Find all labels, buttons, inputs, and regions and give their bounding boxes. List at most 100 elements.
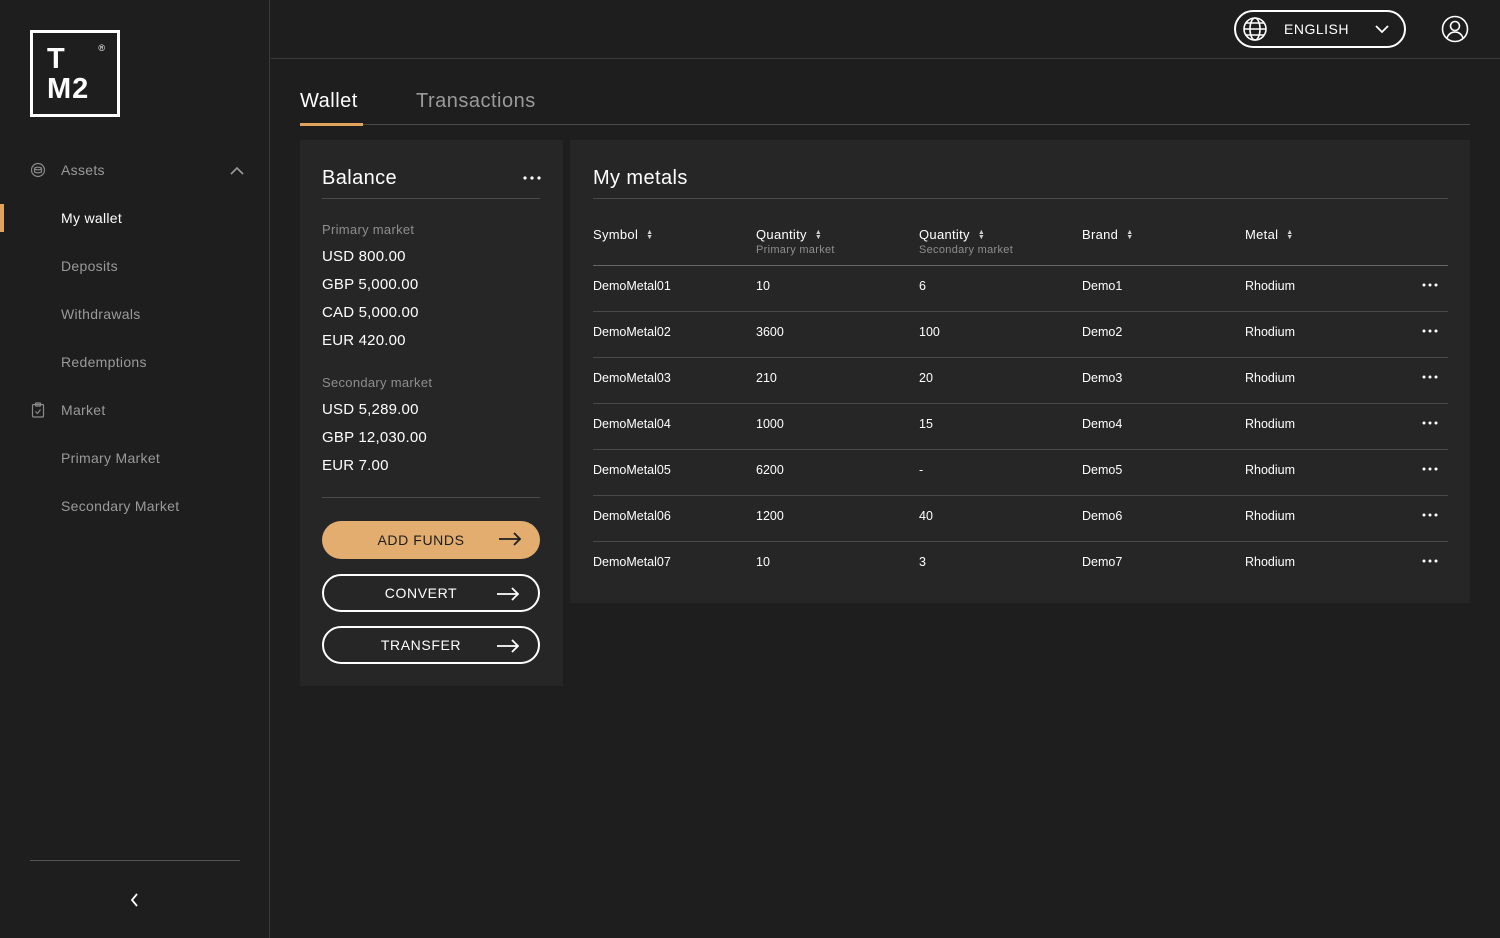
table-cell: 1200 (756, 509, 784, 523)
row-more-button[interactable] (1420, 323, 1440, 339)
sidebar-group-label: Assets (61, 162, 105, 178)
column-header-quantity-secondary[interactable]: Quantity ▲ ▼ Secondary market (919, 227, 1013, 256)
my-metals-card: My metals Symbol ▲ ▼ Quantity ▲ ▼ Primary ma… (570, 140, 1470, 603)
metals-title: My metals (593, 167, 688, 189)
row-more-button[interactable] (1420, 553, 1440, 569)
column-sublabel: Secondary market (919, 244, 1014, 256)
table-cell: Rhodium (1245, 325, 1296, 339)
table-row[interactable]: DemoMetal03 210 20 Demo3 Rhodium (593, 357, 1448, 403)
chevron-up-icon[interactable] (229, 158, 245, 182)
column-label: Quantity (919, 227, 970, 242)
table-row[interactable]: DemoMetal05 6200 - Demo5 Rhodium (593, 449, 1448, 495)
top-bar: ENGLISH (271, 0, 1500, 59)
table-cell: Demo6 (1082, 509, 1123, 523)
sidebar-item-deposits[interactable]: Deposits (61, 256, 118, 276)
table-cell: 40 (919, 509, 933, 523)
table-cell: 6 (919, 279, 926, 293)
active-indicator (0, 204, 4, 232)
primary-balance-gbp: GBP 5,000.00 (322, 276, 419, 293)
more-horizontal-icon (1422, 375, 1438, 379)
column-sublabel: Primary market (756, 244, 835, 256)
sidebar-group-assets[interactable]: Assets (30, 158, 245, 182)
chevron-left-icon (130, 893, 138, 907)
transfer-button[interactable]: TRANSFER (322, 626, 540, 664)
row-more-button[interactable] (1420, 507, 1440, 523)
tab-transactions[interactable]: Transactions (416, 90, 536, 113)
row-more-button[interactable] (1420, 461, 1440, 477)
row-more-button[interactable] (1420, 369, 1440, 385)
divider (322, 198, 540, 199)
sort-icon: ▲ ▼ (1126, 228, 1134, 241)
table-cell: Rhodium (1245, 555, 1296, 569)
arrow-right-icon (499, 532, 522, 546)
add-funds-button[interactable]: ADD FUNDS (322, 521, 540, 559)
table-row[interactable]: DemoMetal01 10 6 Demo1 Rhodium (593, 265, 1448, 311)
secondary-balance-eur: EUR 7.00 (322, 457, 389, 474)
primary-balance-usd: USD 800.00 (322, 248, 406, 265)
row-more-button[interactable] (1420, 415, 1440, 431)
more-horizontal-icon (1422, 329, 1438, 333)
table-cell: - (919, 463, 924, 477)
table-cell: 210 (756, 371, 777, 385)
user-icon (1441, 15, 1469, 43)
table-cell: 15 (919, 417, 933, 431)
table-cell: 3600 (756, 325, 784, 339)
more-horizontal-icon (1422, 559, 1438, 563)
sidebar-item-secondary-market[interactable]: Secondary Market (61, 496, 179, 516)
divider (593, 198, 1448, 199)
primary-balance-eur: EUR 420.00 (322, 332, 406, 349)
chevron-down-icon (1374, 20, 1390, 38)
sidebar-item-primary-market[interactable]: Primary Market (61, 448, 160, 468)
column-header-metal[interactable]: Metal ▲ ▼ (1245, 227, 1294, 242)
logo-line-2: M2 (47, 73, 90, 105)
sidebar-group-label: Market (61, 402, 106, 418)
balance-card: Balance Primary market USD 800.00 GBP 5,… (300, 140, 563, 686)
column-header-quantity-primary[interactable]: Quantity ▲ ▼ Primary market (756, 227, 835, 256)
language-label: ENGLISH (1284, 21, 1349, 37)
table-cell: Demo1 (1082, 279, 1123, 293)
table-row[interactable]: DemoMetal02 3600 100 Demo2 Rhodium (593, 311, 1448, 357)
sort-icon: ▲ ▼ (646, 228, 654, 241)
convert-button[interactable]: CONVERT (322, 574, 540, 612)
column-label: Brand (1082, 227, 1119, 242)
table-cell: Demo3 (1082, 371, 1123, 385)
tab-wallet[interactable]: Wallet (300, 90, 358, 113)
sort-icon: ▲ ▼ (1286, 228, 1294, 241)
arrow-right-icon (497, 587, 520, 601)
table-cell: DemoMetal05 (593, 463, 671, 477)
table-cell: DemoMetal04 (593, 417, 671, 431)
globe-icon (1242, 16, 1268, 42)
more-horizontal-icon (1422, 513, 1438, 517)
table-row[interactable]: DemoMetal04 1000 15 Demo4 Rhodium (593, 403, 1448, 449)
row-more-button[interactable] (1420, 277, 1440, 293)
table-cell: 10 (756, 279, 770, 293)
sidebar-item-withdrawals[interactable]: Withdrawals (61, 304, 141, 324)
sidebar-group-market[interactable]: Market (30, 398, 245, 422)
language-selector[interactable]: ENGLISH (1234, 10, 1406, 48)
sidebar-divider (30, 860, 240, 861)
table-row[interactable]: DemoMetal06 1200 40 Demo6 Rhodium (593, 495, 1448, 541)
clipboard-icon (30, 402, 46, 418)
table-row[interactable]: DemoMetal07 10 3 Demo7 Rhodium (593, 541, 1448, 587)
sidebar-item-my-wallet[interactable]: My wallet (61, 208, 122, 228)
wallet-tabs: Wallet Transactions (300, 85, 1470, 126)
column-header-symbol[interactable]: Symbol ▲ ▼ (593, 227, 653, 242)
balance-more-button[interactable] (522, 168, 542, 188)
logo-registered-mark: ® (98, 43, 105, 53)
logo[interactable]: T ® M2 (30, 30, 120, 117)
secondary-balance-usd: USD 5,289.00 (322, 401, 419, 418)
table-cell: Demo4 (1082, 417, 1123, 431)
sidebar-item-redemptions[interactable]: Redemptions (61, 352, 147, 372)
divider (322, 497, 540, 498)
transfer-label: TRANSFER (380, 637, 462, 653)
table-cell: DemoMetal01 (593, 279, 671, 293)
column-header-brand[interactable]: Brand ▲ ▼ (1082, 227, 1133, 242)
secondary-market-label: Secondary market (322, 375, 433, 390)
table-cell: Demo2 (1082, 325, 1123, 339)
collapse-sidebar-button[interactable] (125, 890, 145, 910)
more-horizontal-icon (1422, 421, 1438, 425)
user-account-button[interactable] (1441, 15, 1469, 43)
table-cell: 10 (756, 555, 770, 569)
primary-balance-cad: CAD 5,000.00 (322, 304, 419, 321)
secondary-balance-gbp: GBP 12,030.00 (322, 429, 427, 446)
